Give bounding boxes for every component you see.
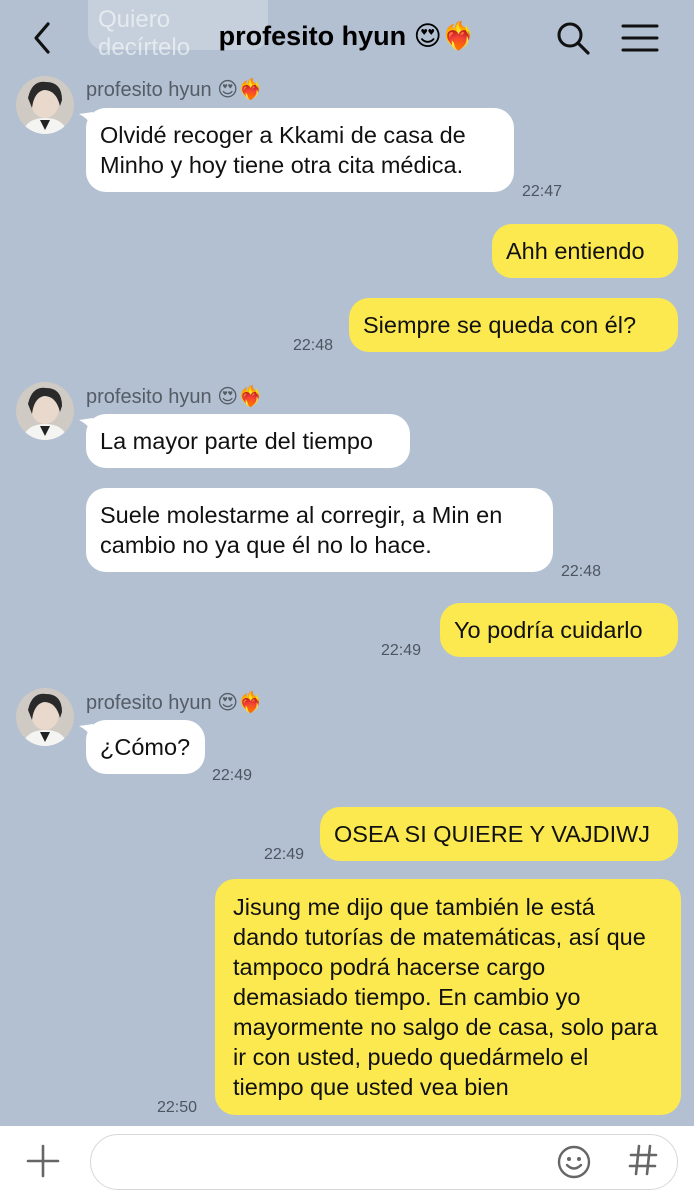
message-time: 22:49 [264, 846, 305, 863]
message-bubble-outgoing[interactable]: Ahh entiendo [492, 224, 678, 278]
message-bubble-outgoing[interactable]: Yo podría cuidarlo [440, 603, 678, 657]
avatar[interactable] [16, 382, 74, 440]
message-bubble-incoming[interactable]: Suele molestarme al corregir, a Min en c… [86, 488, 553, 572]
emoji-icon[interactable] [556, 1144, 592, 1180]
hash-icon[interactable] [628, 1142, 658, 1178]
avatar[interactable] [16, 76, 74, 134]
message-bubble-incoming[interactable]: La mayor parte del tiempo [86, 414, 410, 468]
message-bubble-outgoing[interactable]: OSEA SI QUIERE Y VAJDIWJ [320, 807, 678, 861]
chat-header: Quiero decírtelo profesito hyun 😍❤️‍🔥 [0, 0, 694, 66]
search-icon[interactable] [555, 20, 591, 56]
message-time: 22:49 [381, 642, 422, 659]
sender-name: profesito hyun 😍❤️‍🔥 [86, 79, 263, 101]
message-time: 22:49 [212, 767, 253, 784]
composer-bar [0, 1126, 694, 1200]
message-time: 22:48 [561, 563, 602, 580]
message-time: 22:47 [522, 183, 563, 200]
message-time: 22:50 [157, 1099, 198, 1116]
sender-name: profesito hyun 😍❤️‍🔥 [86, 386, 263, 408]
chat-title-text: profesito hyun [218, 21, 407, 51]
message-bubble-outgoing[interactable]: Jisung me dijo que también le está dando… [215, 879, 681, 1115]
message-bubble-outgoing[interactable]: Siempre se queda con él? [349, 298, 678, 352]
sender-name: profesito hyun 😍❤️‍🔥 [86, 692, 263, 714]
message-time: 22:48 [293, 337, 334, 354]
message-bubble-incoming[interactable]: ¿Cómo? [86, 720, 205, 774]
plus-icon[interactable] [26, 1144, 60, 1178]
chat-title-emoji: 😍❤️‍🔥 [413, 21, 476, 51]
menu-icon[interactable] [620, 22, 660, 54]
avatar[interactable] [16, 688, 74, 746]
message-bubble-incoming[interactable]: Olvidé recoger a Kkami de casa de Minho … [86, 108, 514, 192]
